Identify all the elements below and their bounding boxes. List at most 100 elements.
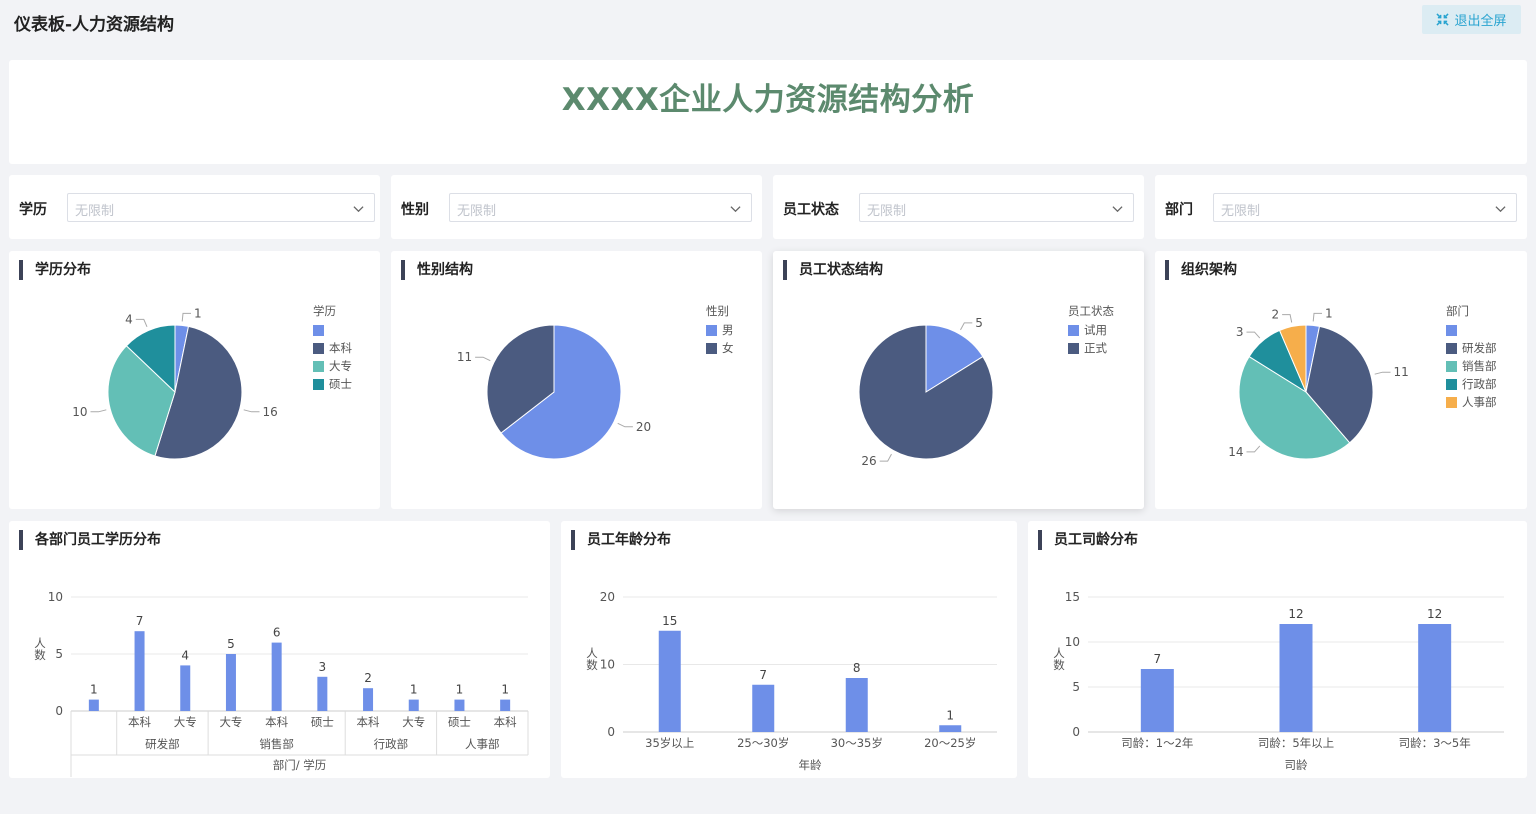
bar[interactable] [845, 678, 868, 732]
legend-label: 研发部 [1462, 341, 1497, 355]
education-select[interactable]: 无限制 [67, 193, 375, 222]
org-pie-chart: 1111432 [1228, 306, 1409, 460]
filter-label: 学历 [19, 202, 47, 218]
legend-label: 硕士 [329, 377, 352, 391]
status-chart-card: 员工状态结构 5 26 员工状态 试用 正式 [773, 251, 1144, 509]
y-tick-label: 15 [1065, 590, 1080, 604]
legend-swatch [1068, 342, 1079, 354]
exit-fullscreen-button[interactable]: 退出全屏 [1422, 5, 1521, 34]
bar-value-label: 1 [946, 708, 954, 722]
y-tick-label: 10 [48, 590, 63, 604]
top-bar: 仪表板-人力资源结构 退出全屏 [0, 0, 1536, 44]
pie-label-line [90, 409, 107, 413]
bar[interactable] [363, 688, 374, 711]
tenure-chart-card: 员工司龄分布 0 5 10 15 7 司龄：1～2年 12 司龄：5年以上 12 司龄：3～5年司… [1028, 521, 1527, 778]
legend-label: 本科 [329, 341, 352, 355]
group-label: 研发部 [145, 737, 180, 751]
legend-item[interactable]: 女 [706, 339, 734, 357]
legend-item[interactable]: 试用 [1068, 321, 1114, 339]
pie-value-label: 5 [975, 316, 983, 330]
gender-select[interactable]: 无限制 [449, 193, 752, 222]
page-title: 仪表板-人力资源结构 [14, 15, 175, 35]
legend-item[interactable]: 行政部 [1446, 375, 1497, 393]
x-tick-label: 司龄：5年以上 [1258, 736, 1334, 750]
legend-item[interactable]: 本科 [313, 339, 352, 357]
legend-item[interactable]: 销售部 [1446, 357, 1497, 375]
legend-item[interactable] [313, 321, 352, 339]
bar-value-label: 5 [227, 637, 235, 651]
bar[interactable] [225, 654, 236, 711]
chart-title: 各部门员工学历分布 [19, 530, 161, 550]
y-tick-label: 5 [55, 647, 63, 661]
bar[interactable] [454, 699, 465, 711]
x-tick-label: 硕士 [311, 715, 334, 729]
y-tick-label: 10 [600, 658, 615, 672]
group-label: 人事部 [465, 737, 500, 751]
legend-item[interactable]: 人事部 [1446, 393, 1497, 411]
pie-value-label: 4 [125, 312, 133, 326]
pie-value-label: 1 [194, 306, 202, 320]
legend-swatch [313, 378, 324, 390]
axis-title-x: 部门/ 学历 [273, 758, 327, 772]
bar[interactable] [408, 699, 419, 711]
legend-swatch [313, 342, 324, 354]
legend-label: 人事部 [1462, 395, 1497, 409]
bar[interactable] [134, 631, 145, 711]
status-select[interactable]: 无限制 [859, 193, 1134, 222]
bar[interactable] [317, 676, 328, 711]
legend-label: 女 [722, 341, 734, 355]
gender-chart-card: 性别结构 20 11 性别男女 [391, 251, 762, 509]
bar[interactable] [500, 699, 511, 711]
pie-value-label: 3 [1236, 325, 1244, 339]
bar-value-label: 1 [90, 683, 98, 697]
education-pie-chart: 1 16 10 4 [72, 306, 278, 460]
bar[interactable] [180, 665, 191, 711]
bar[interactable] [1279, 624, 1313, 732]
legend-item[interactable]: 大专 [313, 357, 352, 375]
x-tick-label: 大专 [219, 715, 242, 729]
legend-swatch [1446, 360, 1457, 372]
chart-title: 员工年龄分布 [571, 530, 671, 550]
pie-label-line [617, 422, 633, 428]
legend-item[interactable]: 正式 [1068, 339, 1114, 357]
bar-value-label: 1 [456, 683, 464, 697]
bar[interactable] [88, 699, 99, 711]
legend-title: 部门 [1446, 304, 1469, 318]
bar[interactable] [1140, 669, 1174, 732]
bar[interactable] [1418, 624, 1452, 732]
chart-legend: 员工状态 试用 正式 [1068, 303, 1114, 357]
chart-title: 员工状态结构 [783, 260, 883, 280]
age-chart-card: 员工年龄分布 0 10 20 15 35岁以上 7 25～30岁 8 30～35岁 1 20～25岁… [561, 521, 1017, 778]
y-tick-label: 10 [1065, 635, 1080, 649]
bar[interactable] [271, 642, 282, 711]
bar[interactable] [939, 725, 962, 732]
legend-item[interactable] [1446, 321, 1497, 339]
legend-label: 男 [722, 323, 734, 337]
select-placeholder: 无限制 [457, 204, 497, 219]
dept-edu-bar-chart: 0 5 10 1 7 本科 4 大专 5 大专 6 本科 3 硕士 2 本科 1 大专 1 硕士 1 本科研发部 销售部 行政… [34, 590, 529, 777]
legend-item[interactable]: 硕士 [313, 375, 352, 393]
legend-title: 性别 [706, 304, 729, 318]
bar[interactable] [658, 630, 681, 732]
pie-label-line [1312, 312, 1322, 322]
legend-item[interactable]: 男 [706, 321, 734, 339]
legend-swatch [313, 324, 324, 336]
pie-label-line [1246, 331, 1261, 339]
bar-value-label: 6 [273, 626, 281, 640]
filter-label: 员工状态 [783, 202, 839, 218]
pie-value-label: 20 [636, 420, 651, 434]
x-tick-label: 35岁以上 [645, 736, 694, 750]
pie-label-line [1374, 371, 1391, 375]
legend-title: 学历 [313, 304, 336, 318]
bar-value-label: 8 [853, 661, 861, 675]
pie-value-label: 11 [1394, 365, 1409, 379]
bar[interactable] [752, 684, 775, 732]
department-select[interactable]: 无限制 [1213, 193, 1517, 222]
legend-swatch [1446, 324, 1457, 336]
exit-fullscreen-icon [1436, 13, 1450, 26]
legend-item[interactable]: 研发部 [1446, 339, 1497, 357]
chart-legend: 部门研发部销售部 行政部人事部 [1446, 303, 1497, 411]
filter-department: 部门 无限制 [1155, 175, 1527, 239]
select-placeholder: 无限制 [75, 204, 115, 219]
legend-label: 正式 [1084, 341, 1107, 355]
